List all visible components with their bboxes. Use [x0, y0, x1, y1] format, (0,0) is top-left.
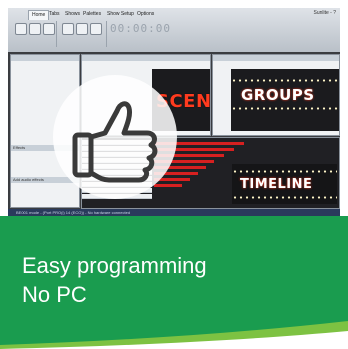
marquee-lights-bottom — [231, 107, 339, 110]
window-title: Sunlite - ? — [313, 10, 336, 16]
thumbs-up-icon — [72, 101, 158, 183]
product-card: Home Tabs Shows Palettes Show Setup Opti… — [0, 0, 348, 349]
ribbon-group-edit — [58, 21, 107, 47]
tab-show-setup[interactable]: Show Setup — [104, 10, 137, 19]
tab-options[interactable]: Options — [134, 10, 157, 19]
tab-palettes[interactable]: Palettes — [80, 10, 104, 19]
save-button[interactable] — [43, 23, 55, 35]
timeline-title: TIMELINE — [240, 177, 313, 192]
ribbon-group-file — [12, 21, 57, 47]
record-button[interactable] — [90, 23, 102, 35]
left-panel-header — [11, 55, 79, 61]
caption-line-2: No PC — [22, 282, 87, 307]
time-display: 00:00:00 — [110, 22, 171, 35]
ribbon-toolbar: Home Tabs Shows Palettes Show Setup Opti… — [8, 8, 340, 52]
decorative-swoosh — [0, 321, 348, 349]
groups-title: GROUPS — [241, 86, 315, 104]
copy-button[interactable] — [62, 23, 74, 35]
marquee-lights-top — [231, 79, 339, 82]
thumb-badge — [53, 75, 177, 199]
status-bar: BE001 mode - (Port PRO(i) 14 (ECO)) - No… — [8, 209, 340, 216]
open-button[interactable] — [29, 23, 41, 35]
marquee-lights-top — [232, 170, 337, 173]
new-button[interactable] — [15, 23, 27, 35]
groups-panel-header — [213, 55, 339, 61]
groups-panel: GROUPS — [212, 54, 340, 136]
marquee-lights-bottom — [232, 196, 337, 199]
tab-tabs[interactable]: Tabs — [46, 10, 63, 19]
timeline-stage: TIMELINE — [232, 164, 337, 204]
software-screenshot: Home Tabs Shows Palettes Show Setup Opti… — [8, 8, 340, 216]
caption-band: Easy programming No PC — [0, 216, 348, 349]
caption-line-1: Easy programming — [22, 253, 207, 278]
groups-stage: GROUPS — [231, 69, 339, 131]
paste-button[interactable] — [76, 23, 88, 35]
scenes-panel-header — [82, 55, 210, 61]
caption: Easy programming No PC — [22, 251, 207, 309]
